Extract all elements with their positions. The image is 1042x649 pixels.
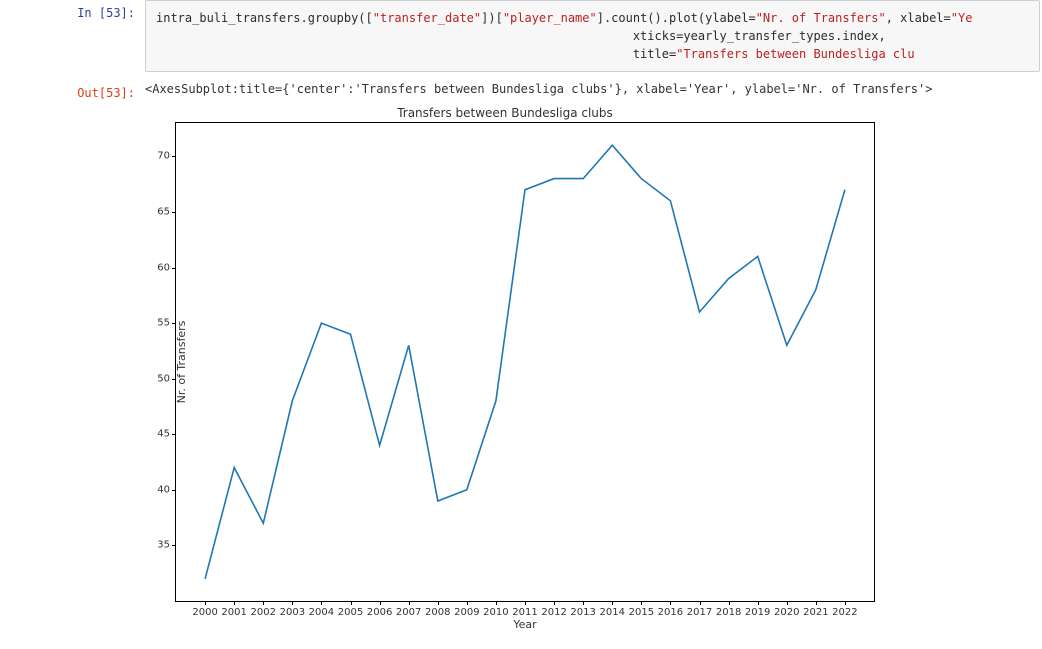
output-prompt: Out[53]: <box>0 80 145 100</box>
code-token: yearly_transfer_types.index, <box>683 29 885 43</box>
y-tick-label: 70 <box>157 151 170 162</box>
x-tick-label: 2002 <box>251 607 276 618</box>
x-tick <box>205 601 206 605</box>
y-tick-label: 35 <box>157 540 170 551</box>
y-tick-label: 55 <box>157 318 170 329</box>
y-tick <box>172 545 176 546</box>
code-token: , xlabel= <box>886 11 951 25</box>
y-tick <box>172 323 176 324</box>
x-tick-label: 2012 <box>541 607 566 618</box>
chart-axes: Nr. of Transfers Year 354045505560657020… <box>175 122 875 602</box>
x-tick-label: 2007 <box>396 607 421 618</box>
x-tick-label: 2000 <box>192 607 217 618</box>
y-tick-label: 65 <box>157 206 170 217</box>
x-tick-label: 2018 <box>716 607 741 618</box>
output-repr: <AxesSubplot:title={'center':'Transfers … <box>145 80 1042 100</box>
code-token: ].count().plot(ylabel= <box>597 11 756 25</box>
code-indent <box>156 47 633 61</box>
spacer <box>0 72 1042 80</box>
code-string: "Transfers between Bundesliga clu <box>676 47 914 61</box>
code-token: ])[ <box>481 11 503 25</box>
x-tick <box>467 601 468 605</box>
x-tick-label: 2019 <box>745 607 770 618</box>
x-tick <box>351 601 352 605</box>
x-tick-label: 2021 <box>803 607 828 618</box>
y-tick <box>172 212 176 213</box>
x-tick-label: 2020 <box>774 607 799 618</box>
y-tick-label: 50 <box>157 373 170 384</box>
x-tick-label: 2003 <box>280 607 305 618</box>
x-tick-label: 2006 <box>367 607 392 618</box>
chart-title: Transfers between Bundesliga clubs <box>135 106 875 120</box>
x-tick <box>409 601 410 605</box>
x-tick <box>758 601 759 605</box>
x-tick <box>263 601 264 605</box>
y-tick-label: 45 <box>157 429 170 440</box>
x-tick <box>321 601 322 605</box>
y-tick <box>172 156 176 157</box>
code-string: "Ye <box>951 11 973 25</box>
chart-line <box>176 123 874 601</box>
x-axis-label: Year <box>513 618 536 631</box>
x-tick <box>612 601 613 605</box>
x-tick-label: 2004 <box>309 607 334 618</box>
input-prompt: In [53]: <box>0 0 145 20</box>
x-tick <box>700 601 701 605</box>
code-token: xticks= <box>633 29 684 43</box>
x-tick-label: 2005 <box>338 607 363 618</box>
x-tick <box>641 601 642 605</box>
input-cell-row: In [53]: intra_buli_transfers.groupby(["… <box>0 0 1042 72</box>
x-tick <box>816 601 817 605</box>
x-tick-label: 2017 <box>687 607 712 618</box>
x-tick <box>670 601 671 605</box>
x-tick-label: 2010 <box>483 607 508 618</box>
y-tick <box>172 434 176 435</box>
chart-series-line <box>205 145 845 579</box>
plot-area: Transfers between Bundesliga clubs Nr. o… <box>135 106 875 602</box>
x-tick <box>554 601 555 605</box>
x-tick-label: 2008 <box>425 607 450 618</box>
code-string: "player_name" <box>503 11 597 25</box>
code-indent <box>156 29 633 43</box>
x-tick <box>496 601 497 605</box>
code-cell[interactable]: intra_buli_transfers.groupby(["transfer_… <box>145 0 1040 72</box>
x-tick-label: 2015 <box>629 607 654 618</box>
x-tick-label: 2016 <box>658 607 683 618</box>
x-tick <box>787 601 788 605</box>
notebook-root: In [53]: intra_buli_transfers.groupby(["… <box>0 0 1042 649</box>
x-tick-label: 2013 <box>570 607 595 618</box>
x-tick-label: 2009 <box>454 607 479 618</box>
y-tick <box>172 268 176 269</box>
x-tick <box>380 601 381 605</box>
output-cell-row: Out[53]: <AxesSubplot:title={'center':'T… <box>0 80 1042 100</box>
x-tick <box>292 601 293 605</box>
y-tick-label: 40 <box>157 484 170 495</box>
y-tick <box>172 490 176 491</box>
code-token: title= <box>633 47 676 61</box>
x-tick-label: 2011 <box>512 607 537 618</box>
x-tick <box>438 601 439 605</box>
x-tick <box>583 601 584 605</box>
x-tick-label: 2001 <box>221 607 246 618</box>
x-tick <box>525 601 526 605</box>
x-tick-label: 2014 <box>600 607 625 618</box>
y-tick <box>172 379 176 380</box>
y-tick-label: 60 <box>157 262 170 273</box>
x-tick <box>234 601 235 605</box>
code-token: intra_buli_transfers.groupby([ <box>156 11 373 25</box>
x-tick-label: 2022 <box>832 607 857 618</box>
x-tick <box>729 601 730 605</box>
x-tick <box>845 601 846 605</box>
code-string: "Nr. of Transfers" <box>756 11 886 25</box>
code-string: "transfer_date" <box>373 11 481 25</box>
